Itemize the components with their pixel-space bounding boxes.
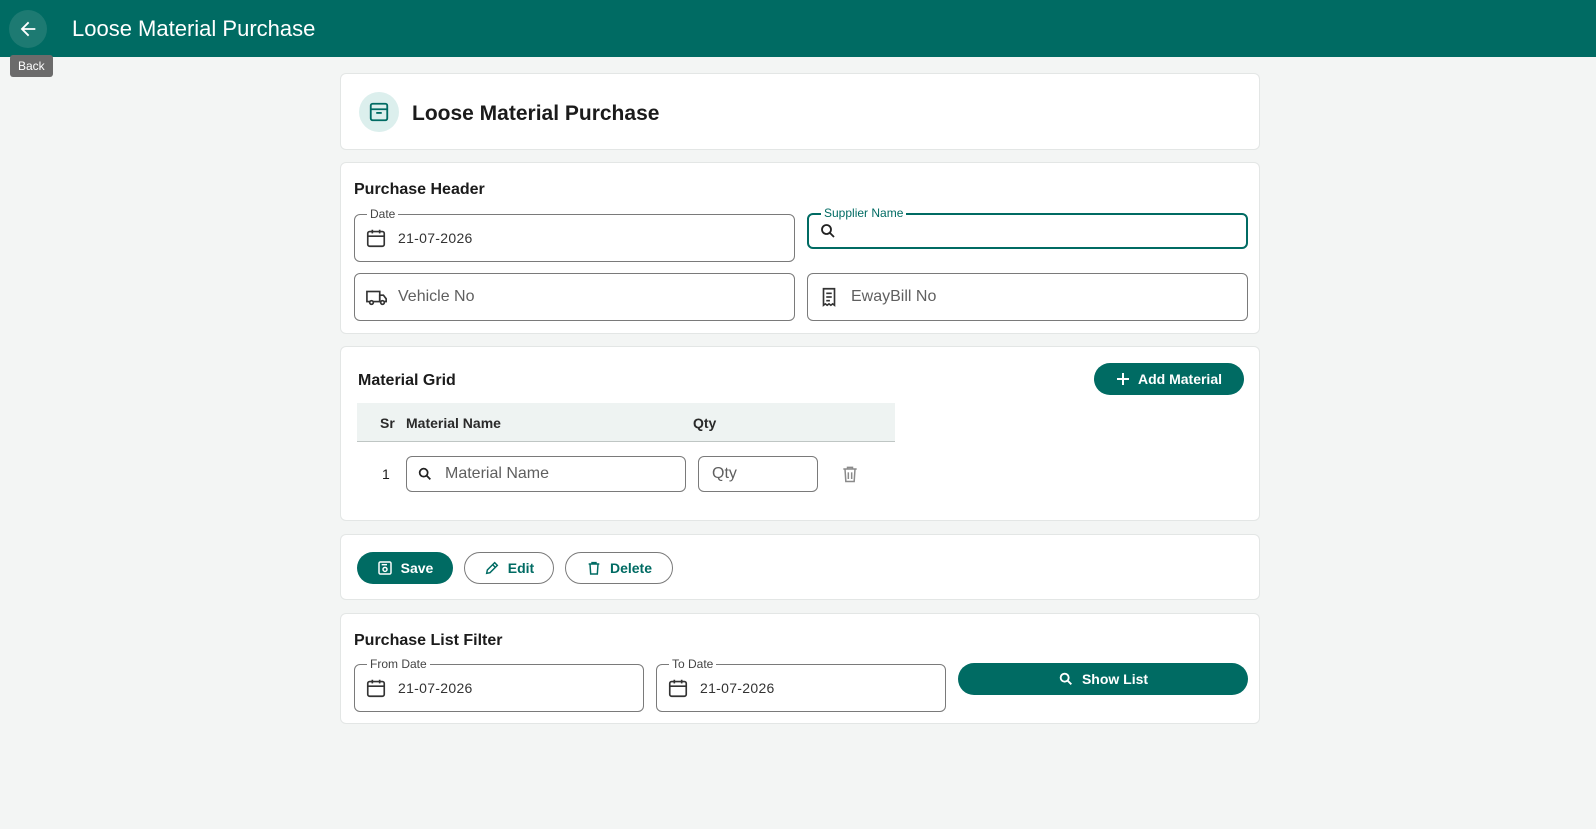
purchase-header-title: Purchase Header <box>354 181 485 198</box>
from-date-label: From Date <box>367 657 430 671</box>
edit-label: Edit <box>507 560 535 576</box>
to-date-label: To Date <box>669 657 717 671</box>
vehicle-no-field[interactable]: Vehicle No <box>354 273 795 321</box>
material-grid-card: Material Grid Add Material Sr Material N… <box>340 346 1260 521</box>
supplier-name-label: Supplier Name <box>821 206 907 220</box>
trash-icon[interactable] <box>840 463 860 485</box>
archive-box-icon <box>359 92 399 132</box>
page-title-card: Loose Material Purchase <box>340 73 1260 150</box>
show-list-button[interactable]: Show List <box>958 663 1248 695</box>
save-button[interactable]: Save <box>357 552 453 584</box>
purchase-list-filter-card: Purchase List Filter From Date 21-07-202… <box>340 613 1260 724</box>
qty-input[interactable]: Qty <box>698 456 818 492</box>
pencil-icon <box>485 561 499 575</box>
back-button[interactable] <box>9 10 47 48</box>
column-sr: Sr <box>380 415 395 431</box>
material-name-input[interactable]: Material Name <box>406 456 686 492</box>
ewaybill-no-placeholder: EwayBill No <box>851 288 937 305</box>
edit-button[interactable]: Edit <box>464 552 554 584</box>
ewaybill-no-field[interactable]: EwayBill No <box>807 273 1248 321</box>
calendar-icon[interactable] <box>667 677 689 699</box>
material-name-placeholder: Material Name <box>445 465 550 482</box>
show-list-label: Show List <box>1081 671 1149 687</box>
add-material-label: Add Material <box>1137 371 1222 387</box>
to-date-value: 21-07-2026 <box>700 680 775 696</box>
date-value: 21-07-2026 <box>398 230 473 246</box>
from-date-value: 21-07-2026 <box>398 680 473 696</box>
actions-card: Save Edit Delete <box>340 534 1260 600</box>
to-date-field[interactable]: To Date 21-07-2026 <box>656 657 946 712</box>
qty-placeholder: Qty <box>712 465 737 482</box>
date-label: Date <box>367 207 399 221</box>
material-grid-title: Material Grid <box>358 372 456 389</box>
purchase-header-card: Purchase Header Date 21-07-2026 Supplier… <box>340 162 1260 334</box>
column-material-name: Material Name <box>406 415 501 431</box>
search-icon <box>1059 672 1072 685</box>
calendar-icon[interactable] <box>365 227 387 249</box>
column-qty: Qty <box>693 415 717 431</box>
from-date-field[interactable]: From Date 21-07-2026 <box>354 657 644 712</box>
plus-icon <box>1116 373 1129 385</box>
search-icon <box>819 222 837 240</box>
add-material-button[interactable]: Add Material <box>1094 363 1244 395</box>
calendar-icon[interactable] <box>365 677 387 699</box>
vehicle-no-placeholder: Vehicle No <box>398 288 475 305</box>
row-sr: 1 <box>382 466 390 482</box>
delete-button[interactable]: Delete <box>565 552 673 584</box>
page-title: Loose Material Purchase <box>412 102 660 125</box>
grid-header: Sr Material Name Qty <box>357 403 895 442</box>
back-tooltip: Back <box>10 55 53 77</box>
truck-icon <box>365 286 389 308</box>
arrow-back-icon <box>20 21 36 37</box>
app-bar: Loose Material Purchase <box>0 0 1596 57</box>
supplier-name-field[interactable]: Supplier Name <box>807 206 1248 249</box>
app-bar-title: Loose Material Purchase <box>72 16 316 41</box>
receipt-icon <box>818 286 840 308</box>
delete-label: Delete <box>609 560 653 576</box>
save-label: Save <box>400 560 434 576</box>
trash-icon <box>588 561 600 575</box>
floppy-disk-icon <box>377 561 392 575</box>
date-field[interactable]: Date 21-07-2026 <box>354 207 795 262</box>
search-icon <box>417 466 433 482</box>
filter-title: Purchase List Filter <box>354 632 503 649</box>
